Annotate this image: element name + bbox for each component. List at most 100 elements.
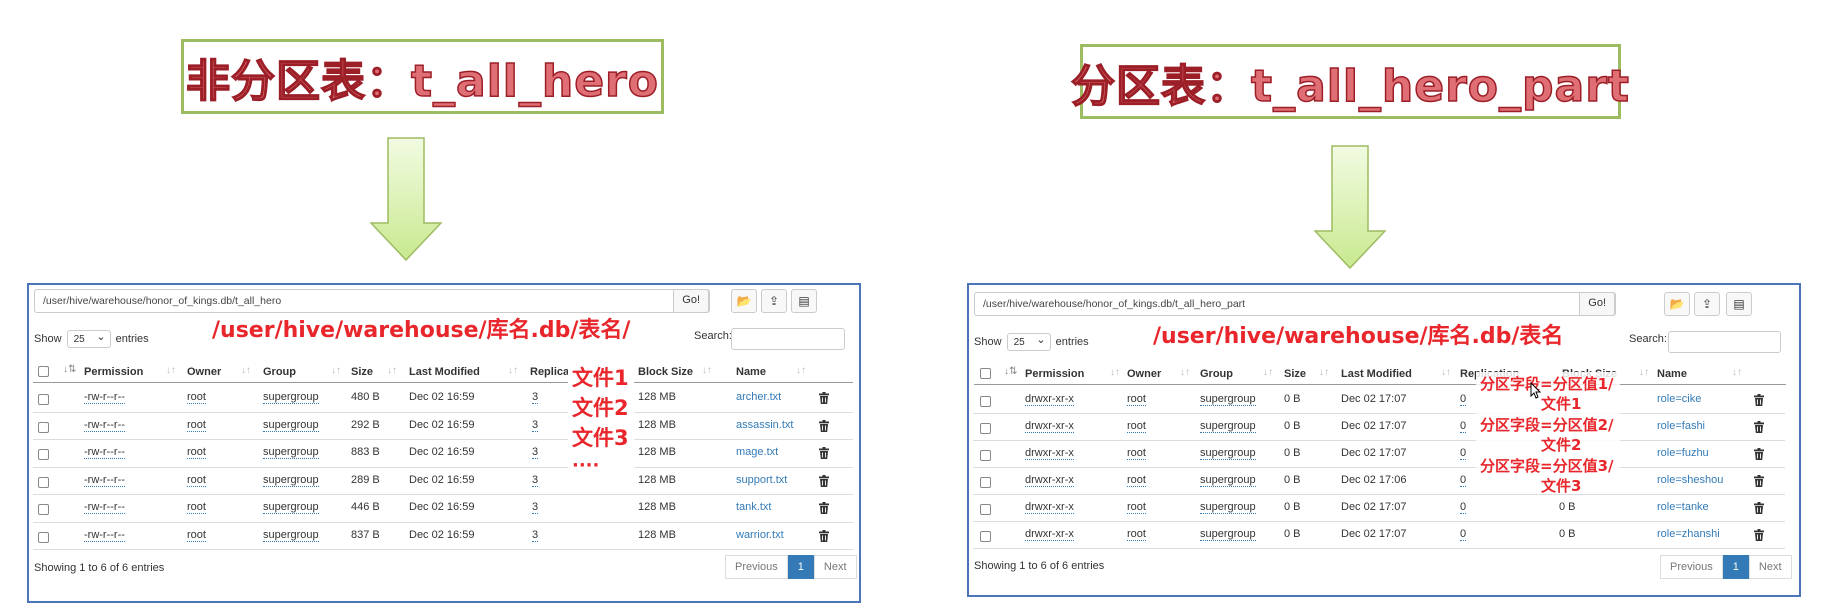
owner-cell[interactable]: root	[1127, 528, 1146, 541]
columns-icon[interactable]: ▤	[1726, 292, 1752, 316]
sort-icon[interactable]: ↓⇅	[63, 364, 76, 375]
name-link[interactable]: support.txt	[736, 474, 787, 486]
search-input[interactable]	[731, 328, 845, 350]
trash-icon[interactable]	[1753, 394, 1765, 406]
owner-cell[interactable]: root	[1127, 501, 1146, 514]
prev-page-button[interactable]: Previous	[1660, 555, 1723, 579]
sort-icon[interactable]: ↓↑	[1639, 367, 1649, 378]
owner-cell[interactable]: root	[187, 391, 206, 404]
trash-icon[interactable]	[818, 502, 830, 514]
trash-icon[interactable]	[1753, 421, 1765, 433]
replication-cell[interactable]: 0	[1460, 447, 1467, 460]
row-checkbox[interactable]	[980, 504, 991, 515]
name-link[interactable]: role=cike	[1657, 393, 1701, 405]
next-page-button[interactable]: Next	[813, 555, 857, 579]
folder-icon[interactable]: 📂	[731, 289, 757, 313]
page-size-select[interactable]: 25	[66, 328, 111, 348]
search-input[interactable]	[1668, 331, 1781, 353]
trash-icon[interactable]	[1753, 502, 1765, 514]
folder-icon[interactable]: 📂	[1664, 292, 1690, 316]
sort-icon[interactable]: ↓↑	[387, 365, 397, 376]
name-link[interactable]: assassin.txt	[736, 419, 793, 431]
name-link[interactable]: mage.txt	[736, 446, 778, 458]
group-cell[interactable]: supergroup	[1200, 447, 1256, 460]
row-checkbox[interactable]	[980, 450, 991, 461]
row-checkbox[interactable]	[38, 421, 49, 433]
name-link[interactable]: role=sheshou	[1657, 474, 1723, 486]
sort-icon[interactable]: ↓↑	[1110, 367, 1120, 378]
replication-cell[interactable]: 0	[1460, 528, 1467, 541]
name-link[interactable]: role=tanke	[1657, 501, 1709, 513]
name-link[interactable]: tank.txt	[736, 501, 771, 513]
col-name[interactable]: Name	[1657, 368, 1687, 380]
sort-icon[interactable]: ↓⇅	[1004, 366, 1017, 377]
upload-icon[interactable]: ⇪	[1694, 292, 1720, 316]
owner-cell[interactable]: root	[1127, 447, 1146, 460]
owner-cell[interactable]: root	[187, 501, 206, 514]
sort-icon[interactable]: ↓↑	[796, 365, 806, 376]
group-cell[interactable]: supergroup	[263, 419, 319, 432]
group-cell[interactable]: supergroup	[1200, 528, 1256, 541]
sort-icon[interactable]: ↓↑	[1319, 367, 1329, 378]
name-link[interactable]: archer.txt	[736, 391, 781, 403]
owner-cell[interactable]: root	[1127, 393, 1146, 406]
owner-cell[interactable]: root	[187, 529, 206, 542]
replication-cell[interactable]: 3	[532, 391, 539, 404]
sort-icon[interactable]: ↓↑	[1180, 367, 1190, 378]
replication-cell[interactable]: 3	[532, 446, 539, 459]
col-group[interactable]: Group	[263, 366, 296, 378]
group-cell[interactable]: supergroup	[263, 446, 319, 459]
row-checkbox[interactable]	[38, 531, 49, 543]
name-link[interactable]: warrior.txt	[736, 529, 784, 541]
replication-cell[interactable]: 3	[532, 501, 539, 514]
sort-icon[interactable]: ↓↑	[331, 365, 341, 376]
sort-icon[interactable]: ↓↑	[1441, 367, 1451, 378]
col-size[interactable]: Size	[351, 366, 373, 378]
columns-icon[interactable]: ▤	[791, 289, 817, 313]
trash-icon[interactable]	[818, 447, 830, 459]
sort-icon[interactable]: ↓↑	[1732, 367, 1742, 378]
col-group[interactable]: Group	[1200, 368, 1233, 380]
col-owner[interactable]: Owner	[187, 366, 221, 378]
col-block-size[interactable]: Block Size	[638, 366, 693, 378]
col-name[interactable]: Name	[736, 366, 766, 378]
col-permission[interactable]: Permission	[84, 366, 143, 378]
row-checkbox[interactable]	[980, 423, 991, 434]
trash-icon[interactable]	[818, 392, 830, 404]
replication-cell[interactable]: 3	[532, 529, 539, 542]
replication-cell[interactable]: 0	[1460, 393, 1467, 406]
prev-page-button[interactable]: Previous	[725, 555, 788, 579]
path-input[interactable]: /user/hive/warehouse/honor_of_kings.db/t…	[974, 292, 1616, 316]
owner-cell[interactable]: root	[1127, 474, 1146, 487]
replication-cell[interactable]: 0	[1460, 474, 1467, 487]
next-page-button[interactable]: Next	[1748, 555, 1792, 579]
col-last-modified[interactable]: Last Modified	[1341, 368, 1412, 380]
page-1-button[interactable]: 1	[1722, 555, 1749, 579]
name-link[interactable]: role=zhanshi	[1657, 528, 1720, 540]
row-checkbox[interactable]	[980, 477, 991, 488]
row-checkbox[interactable]	[38, 394, 49, 405]
group-cell[interactable]: supergroup	[263, 391, 319, 404]
row-checkbox[interactable]	[980, 396, 991, 407]
group-cell[interactable]: supergroup	[1200, 393, 1256, 406]
replication-cell[interactable]: 0	[1460, 501, 1467, 514]
trash-icon[interactable]	[1753, 529, 1765, 541]
col-owner[interactable]: Owner	[1127, 368, 1161, 380]
trash-icon[interactable]	[818, 474, 830, 487]
group-cell[interactable]: supergroup	[263, 474, 319, 487]
trash-icon[interactable]	[818, 419, 830, 432]
replication-cell[interactable]: 3	[532, 419, 539, 432]
replication-cell[interactable]: 0	[1460, 420, 1467, 433]
sort-icon[interactable]: ↓↑	[702, 365, 712, 376]
group-cell[interactable]: supergroup	[1200, 420, 1256, 433]
trash-icon[interactable]	[818, 529, 830, 542]
trash-icon[interactable]	[1753, 475, 1765, 487]
group-cell[interactable]: supergroup	[1200, 501, 1256, 514]
owner-cell[interactable]: root	[1127, 420, 1146, 433]
group-cell[interactable]: supergroup	[263, 529, 319, 542]
path-input[interactable]: /user/hive/warehouse/honor_of_kings.db/t…	[34, 289, 710, 313]
col-permission[interactable]: Permission	[1025, 368, 1084, 380]
group-cell[interactable]: supergroup	[1200, 474, 1256, 487]
sort-icon[interactable]: ↓↑	[241, 365, 251, 376]
select-all-checkbox[interactable]	[980, 368, 991, 379]
